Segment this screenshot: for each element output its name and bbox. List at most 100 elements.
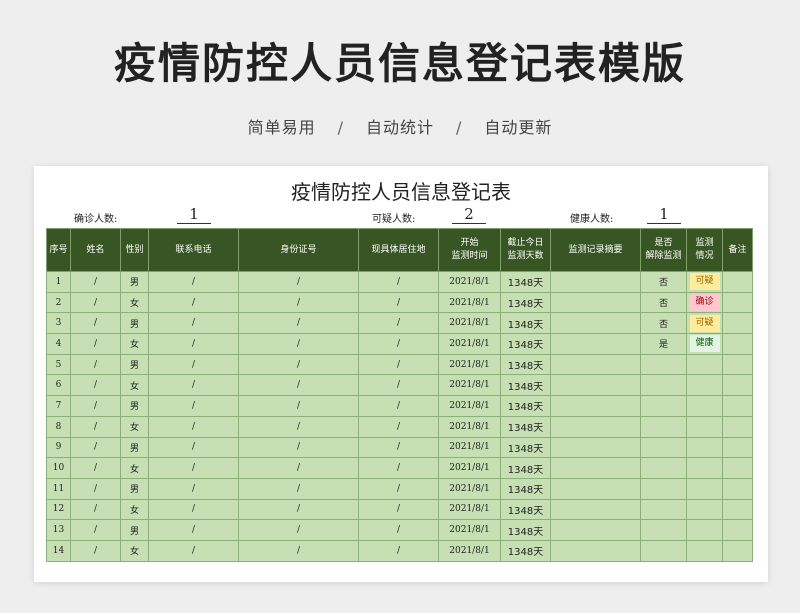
- cell-note[interactable]: [722, 415, 753, 438]
- cell-gender[interactable]: 男: [120, 312, 149, 335]
- cell-id-number[interactable]: /: [238, 415, 359, 438]
- cell-start-date[interactable]: 2021/8/1: [438, 457, 501, 479]
- cell-released[interactable]: [640, 457, 687, 479]
- cell-phone[interactable]: /: [148, 271, 239, 293]
- cell-phone[interactable]: /: [148, 291, 239, 314]
- cell-record-summary[interactable]: [550, 457, 641, 479]
- cell-phone[interactable]: /: [148, 395, 239, 417]
- cell-phone[interactable]: /: [148, 498, 239, 521]
- cell-days[interactable]: 1348天: [500, 374, 551, 397]
- cell-index[interactable]: 14: [46, 539, 71, 562]
- cell-gender[interactable]: 男: [120, 477, 149, 500]
- cell-released[interactable]: 否: [640, 291, 687, 314]
- cell-index[interactable]: 6: [46, 374, 71, 397]
- cell-start-date[interactable]: 2021/8/1: [438, 374, 501, 397]
- cell-start-date[interactable]: 2021/8/1: [438, 271, 501, 293]
- cell-start-date[interactable]: 2021/8/1: [438, 291, 501, 314]
- cell-address[interactable]: /: [358, 457, 439, 479]
- cell-phone[interactable]: /: [148, 519, 239, 541]
- cell-status[interactable]: [686, 436, 723, 459]
- cell-id-number[interactable]: /: [238, 498, 359, 521]
- cell-phone[interactable]: /: [148, 539, 239, 562]
- cell-gender[interactable]: 男: [120, 436, 149, 459]
- cell-start-date[interactable]: 2021/8/1: [438, 333, 501, 355]
- cell-index[interactable]: 11: [46, 477, 71, 500]
- cell-gender[interactable]: 男: [120, 519, 149, 541]
- cell-address[interactable]: /: [358, 333, 439, 355]
- cell-gender[interactable]: 男: [120, 271, 149, 293]
- cell-address[interactable]: /: [358, 312, 439, 335]
- cell-note[interactable]: [722, 457, 753, 479]
- confirmed-count-value[interactable]: 1: [177, 205, 211, 224]
- cell-start-date[interactable]: 2021/8/1: [438, 415, 501, 438]
- cell-index[interactable]: 8: [46, 415, 71, 438]
- cell-index[interactable]: 4: [46, 333, 71, 355]
- cell-gender[interactable]: 男: [120, 395, 149, 417]
- cell-name[interactable]: /: [70, 271, 121, 293]
- cell-phone[interactable]: /: [148, 312, 239, 335]
- cell-record-summary[interactable]: [550, 353, 641, 376]
- cell-status[interactable]: [686, 539, 723, 562]
- cell-id-number[interactable]: /: [238, 291, 359, 314]
- cell-status[interactable]: 确诊: [686, 291, 723, 314]
- cell-record-summary[interactable]: [550, 395, 641, 417]
- cell-start-date[interactable]: 2021/8/1: [438, 353, 501, 376]
- cell-start-date[interactable]: 2021/8/1: [438, 395, 501, 417]
- cell-gender[interactable]: 女: [120, 291, 149, 314]
- cell-note[interactable]: [722, 333, 753, 355]
- healthy-count-value[interactable]: 1: [647, 205, 681, 224]
- cell-released[interactable]: [640, 498, 687, 521]
- cell-id-number[interactable]: /: [238, 271, 359, 293]
- cell-address[interactable]: /: [358, 353, 439, 376]
- cell-record-summary[interactable]: [550, 477, 641, 500]
- cell-note[interactable]: [722, 539, 753, 562]
- cell-index[interactable]: 10: [46, 457, 71, 479]
- cell-released[interactable]: [640, 374, 687, 397]
- cell-start-date[interactable]: 2021/8/1: [438, 519, 501, 541]
- cell-gender[interactable]: 女: [120, 457, 149, 479]
- cell-note[interactable]: [722, 291, 753, 314]
- cell-name[interactable]: /: [70, 395, 121, 417]
- cell-gender[interactable]: 女: [120, 539, 149, 562]
- cell-days[interactable]: 1348天: [500, 395, 551, 417]
- cell-name[interactable]: /: [70, 333, 121, 355]
- cell-days[interactable]: 1348天: [500, 333, 551, 355]
- cell-address[interactable]: /: [358, 395, 439, 417]
- cell-phone[interactable]: /: [148, 436, 239, 459]
- cell-name[interactable]: /: [70, 353, 121, 376]
- cell-name[interactable]: /: [70, 477, 121, 500]
- cell-record-summary[interactable]: [550, 415, 641, 438]
- cell-index[interactable]: 9: [46, 436, 71, 459]
- cell-record-summary[interactable]: [550, 333, 641, 355]
- cell-name[interactable]: /: [70, 291, 121, 314]
- cell-gender[interactable]: 女: [120, 374, 149, 397]
- cell-released[interactable]: [640, 415, 687, 438]
- cell-start-date[interactable]: 2021/8/1: [438, 539, 501, 562]
- cell-name[interactable]: /: [70, 312, 121, 335]
- cell-gender[interactable]: 女: [120, 498, 149, 521]
- cell-index[interactable]: 1: [46, 271, 71, 293]
- cell-id-number[interactable]: /: [238, 333, 359, 355]
- cell-days[interactable]: 1348天: [500, 312, 551, 335]
- cell-released[interactable]: 是: [640, 333, 687, 355]
- cell-days[interactable]: 1348天: [500, 353, 551, 376]
- cell-note[interactable]: [722, 519, 753, 541]
- cell-id-number[interactable]: /: [238, 539, 359, 562]
- cell-address[interactable]: /: [358, 519, 439, 541]
- cell-days[interactable]: 1348天: [500, 436, 551, 459]
- cell-status[interactable]: 可疑: [686, 312, 723, 335]
- cell-record-summary[interactable]: [550, 312, 641, 335]
- cell-id-number[interactable]: /: [238, 374, 359, 397]
- cell-name[interactable]: /: [70, 415, 121, 438]
- cell-record-summary[interactable]: [550, 498, 641, 521]
- cell-start-date[interactable]: 2021/8/1: [438, 312, 501, 335]
- cell-name[interactable]: /: [70, 436, 121, 459]
- cell-index[interactable]: 2: [46, 291, 71, 314]
- cell-phone[interactable]: /: [148, 333, 239, 355]
- cell-phone[interactable]: /: [148, 374, 239, 397]
- cell-released[interactable]: 否: [640, 271, 687, 293]
- cell-released[interactable]: 否: [640, 312, 687, 335]
- cell-phone[interactable]: /: [148, 353, 239, 376]
- cell-note[interactable]: [722, 498, 753, 521]
- cell-status[interactable]: [686, 374, 723, 397]
